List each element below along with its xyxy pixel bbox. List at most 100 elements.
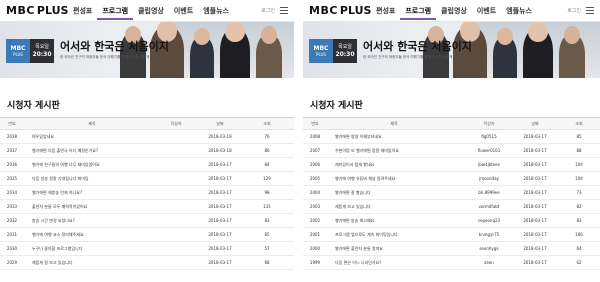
table-row[interactable]: 2004 벨기에편 잘 봤습니다 bh.8999ee 2018-03-17 73 bbox=[303, 186, 600, 200]
air-day: 목요일 bbox=[338, 43, 352, 50]
post-date: 2018-03-17 bbox=[208, 246, 232, 251]
nav-item-clips[interactable]: 클립영상 bbox=[133, 4, 169, 20]
post-title-link[interactable]: 재밌게 보고 있습니다 bbox=[335, 200, 453, 213]
post-title-link[interactable]: 벨기에 여행 코스 정리해주세요 bbox=[32, 228, 152, 241]
post-number: 2000 bbox=[309, 246, 321, 251]
post-title-link[interactable]: 벨기에편 재방송 언제 하나요? bbox=[32, 186, 152, 199]
table-row[interactable]: 2002 벨기에편 방송 최고예요 sepeonq23 2018-03-17 8… bbox=[303, 214, 600, 228]
table-row[interactable]: 2003 재밌게 보고 있습니다 vormdfabt 2018-03-17 82 bbox=[303, 200, 600, 214]
post-number: 2035 bbox=[6, 176, 18, 181]
post-views: 85 bbox=[264, 232, 270, 237]
table-row[interactable]: 2032 방송 시간 변경 되었나요? 2018-03-17 83 bbox=[0, 214, 294, 228]
table-row[interactable]: 2008 벨기에편 방영 이제부터네요 fig0515 2018-03-17 8… bbox=[303, 130, 600, 144]
post-author: flower0101 bbox=[477, 148, 501, 153]
nav-item-news[interactable]: 엠플뉴스 bbox=[198, 4, 234, 20]
post-date: 2018-03-18 bbox=[208, 148, 232, 153]
post-title-link[interactable]: 벨기에 친구들의 여행 너무 재미있었어요 bbox=[32, 158, 152, 171]
screen-right: MBC PLUS 편성표 프로그램 클립영상 이벤트 엠플뉴스 로그인 MBC … bbox=[303, 0, 600, 282]
post-title-link[interactable]: 누구나 좋아할 프로그램입니다 bbox=[32, 242, 152, 255]
post-author: bh.8999ee bbox=[478, 190, 500, 195]
program-subtitle: 한 외국인 친구의 좌충우돌 한국 여행기를 통해 한국을 새롭게 바라본다 bbox=[60, 55, 164, 59]
post-title-link[interactable]: 다음 방송 정말 기대됩니다 화이팅 bbox=[32, 172, 152, 185]
post-title-link[interactable]: 벨기에편 방송 최고예요 bbox=[335, 214, 453, 227]
post-author: sepeonq23 bbox=[477, 218, 501, 223]
table-row[interactable]: 2037 벨기에편 다음 출연국 어디 예정인가요? 2018-03-18 86 bbox=[0, 144, 294, 158]
table-row[interactable]: 2036 벨기에 친구들의 여행 너무 재미있었어요 2018-03-17 84 bbox=[0, 158, 294, 172]
table-row[interactable]: 2006 재미있어서 밤새 봤네요 jbw4jbtees 2018-03-17 … bbox=[303, 158, 600, 172]
post-title-link[interactable]: 다음 편은 어느 나라인가요? bbox=[335, 256, 453, 269]
logo-main-text: MBC bbox=[6, 4, 35, 17]
post-title-link[interactable]: 출연자 분들 모두 매력적이었어요 bbox=[32, 200, 152, 213]
table-row[interactable]: 1999 다음 편은 어느 나라인가요? zeon 2018-03-17 62 bbox=[303, 256, 600, 270]
post-title-link[interactable]: 벨기에 여행 유튜버 채널 알려주세요 bbox=[335, 172, 453, 185]
post-views: 85 bbox=[576, 134, 582, 139]
post-number: 2031 bbox=[6, 232, 18, 237]
post-title-link[interactable]: 벨기에편 잘 봤습니다 bbox=[335, 186, 453, 199]
post-views: 98 bbox=[264, 190, 270, 195]
post-title-link[interactable]: 벨기에편 방영 이제부터네요 bbox=[335, 130, 453, 143]
post-title-link[interactable]: 수현이랑 또 벨기에편 정말 재미있어요 bbox=[335, 144, 453, 157]
air-day: 목요일 bbox=[35, 43, 49, 50]
post-date: 2018-03-17 bbox=[523, 176, 547, 181]
post-views: 68 bbox=[264, 260, 270, 265]
post-title-link[interactable]: 벨기에편 다음 출연국 어디 예정인가요? bbox=[32, 144, 152, 157]
login-link[interactable]: 로그인 bbox=[261, 7, 275, 14]
post-author: knmgyr75 bbox=[478, 232, 500, 237]
post-views: 86 bbox=[264, 148, 270, 153]
table-row[interactable]: 2007 수현이랑 또 벨기에편 정말 재미있어요 flower0101 201… bbox=[303, 144, 600, 158]
header-date: 날짜 bbox=[216, 120, 224, 126]
nav-item-schedule[interactable]: 편성표 bbox=[68, 4, 97, 20]
post-date: 2018-03-19 bbox=[208, 134, 232, 139]
post-views: 83 bbox=[264, 218, 270, 223]
program-title: 어서와 한국은 처음이지 bbox=[60, 40, 169, 53]
menu-icon[interactable] bbox=[586, 7, 594, 14]
post-author: jmoonday bbox=[479, 176, 499, 181]
nav-item-news[interactable]: 엠플뉴스 bbox=[501, 4, 537, 20]
nav-item-programs[interactable]: 프로그램 bbox=[400, 4, 437, 20]
nav-item-events[interactable]: 이벤트 bbox=[169, 4, 198, 20]
table-row[interactable]: 2029 재밌게 잘 보고 있습니다 2018-03-17 68 bbox=[0, 256, 294, 270]
post-date: 2018-03-17 bbox=[208, 162, 232, 167]
post-title-link[interactable]: 재밌게 잘 보고 있습니다 bbox=[32, 256, 152, 269]
nav-item-clips[interactable]: 클립영상 bbox=[436, 4, 472, 20]
mbc-plus-logo[interactable]: MBC PLUS bbox=[6, 5, 68, 17]
nav-menu: 편성표 프로그램 클립영상 이벤트 엠플뉴스 bbox=[371, 4, 537, 20]
post-number: 2007 bbox=[309, 148, 321, 153]
logo-sub-text: PLUS bbox=[339, 4, 372, 17]
post-views: 83 bbox=[576, 218, 582, 223]
nav-item-schedule[interactable]: 편성표 bbox=[371, 4, 400, 20]
nav-item-events[interactable]: 이벤트 bbox=[472, 4, 501, 20]
post-number: 1999 bbox=[309, 260, 321, 265]
table-body: 2038 여우있었네요 2018-03-19 76 2037 벨기에편 다음 출… bbox=[0, 130, 294, 270]
table-row[interactable]: 2035 다음 방송 정말 기대됩니다 화이팅 2018-03-17 129 bbox=[0, 172, 294, 186]
table-row[interactable]: 2034 벨기에편 재방송 언제 하나요? 2018-03-17 98 bbox=[0, 186, 294, 200]
table-row[interactable]: 2030 누구나 좋아할 프로그램입니다 2018-03-17 57 bbox=[0, 242, 294, 256]
table-row[interactable]: 2005 벨기에 여행 유튜버 채널 알려주세요 jmoonday 2018-0… bbox=[303, 172, 600, 186]
table-row[interactable]: 2031 벨기에 여행 코스 정리해주세요 2018-03-17 85 bbox=[0, 228, 294, 242]
post-date: 2018-03-17 bbox=[523, 190, 547, 195]
table-row[interactable]: 2038 여우있었네요 2018-03-19 76 bbox=[0, 130, 294, 144]
screen-left: MBC PLUS 편성표 프로그램 클립영상 이벤트 엠플뉴스 로그인 MBC … bbox=[0, 0, 294, 282]
post-date: 2018-03-17 bbox=[208, 204, 232, 209]
post-title-link[interactable]: 재미있어서 밤새 봤네요 bbox=[335, 158, 453, 171]
board-title: 시청자 게시판 bbox=[7, 101, 60, 111]
login-link[interactable]: 로그인 bbox=[567, 7, 581, 14]
table-row[interactable]: 2000 벨기에편 출연자 분들 멋져요 seonhygk 2018-03-17… bbox=[303, 242, 600, 256]
mbc-plus-logo[interactable]: MBC PLUS bbox=[309, 5, 371, 17]
menu-icon[interactable] bbox=[280, 7, 288, 14]
screen-divider bbox=[294, 0, 303, 282]
table-row[interactable]: 2001 프로그램 앞으로도 계속 화이팅입니다 knmgyr75 2018-0… bbox=[303, 228, 600, 242]
post-title-link[interactable]: 방송 시간 변경 되었나요? bbox=[32, 214, 152, 227]
post-title-link[interactable]: 프로그램 앞으로도 계속 화이팅입니다 bbox=[335, 228, 453, 241]
table-row[interactable]: 2033 출연자 분들 모두 매력적이었어요 2018-03-17 131 bbox=[0, 200, 294, 214]
post-date: 2018-03-17 bbox=[523, 246, 547, 251]
cast-photo bbox=[194, 28, 210, 45]
post-title-link[interactable]: 벨기에편 출연자 분들 멋져요 bbox=[335, 242, 453, 255]
cast-photo bbox=[528, 22, 548, 42]
post-views: 73 bbox=[576, 190, 582, 195]
post-date: 2018-03-17 bbox=[523, 162, 547, 167]
header-number: 번호 bbox=[311, 120, 319, 126]
post-number: 2001 bbox=[309, 232, 321, 237]
post-title-link[interactable]: 여우있었네요 bbox=[32, 130, 152, 143]
nav-item-programs[interactable]: 프로그램 bbox=[97, 4, 134, 20]
